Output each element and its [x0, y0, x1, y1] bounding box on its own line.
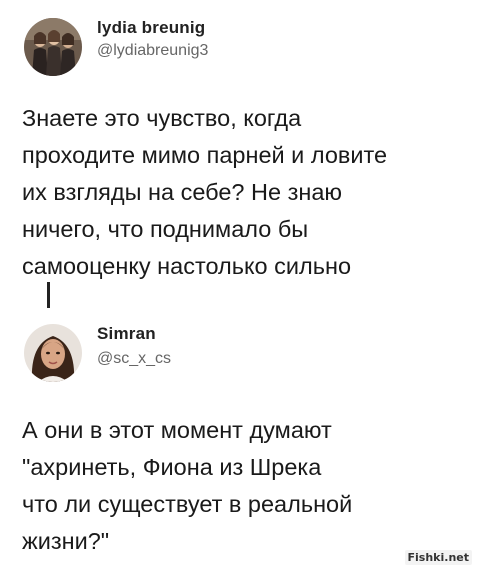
avatar-photo-icon	[24, 18, 82, 76]
user-name[interactable]: Simran	[97, 324, 156, 344]
thread-connector-line	[47, 282, 50, 308]
avatar-photo-icon	[24, 324, 82, 382]
avatar-simran[interactable]	[24, 324, 82, 382]
watermark-logo: Fishki.net	[404, 550, 472, 565]
tweet-text: Знаете это чувство, когда проходите мимо…	[22, 105, 388, 279]
tweet-text: А они в этот момент думают "ахринеть, Фи…	[22, 417, 353, 554]
user-handle[interactable]: @sc_x_cs	[97, 350, 171, 368]
user-handle[interactable]: @lydiabreunig3	[97, 42, 208, 60]
avatar-lydia[interactable]	[24, 18, 82, 76]
user-name[interactable]: lydia breunig	[97, 18, 205, 38]
